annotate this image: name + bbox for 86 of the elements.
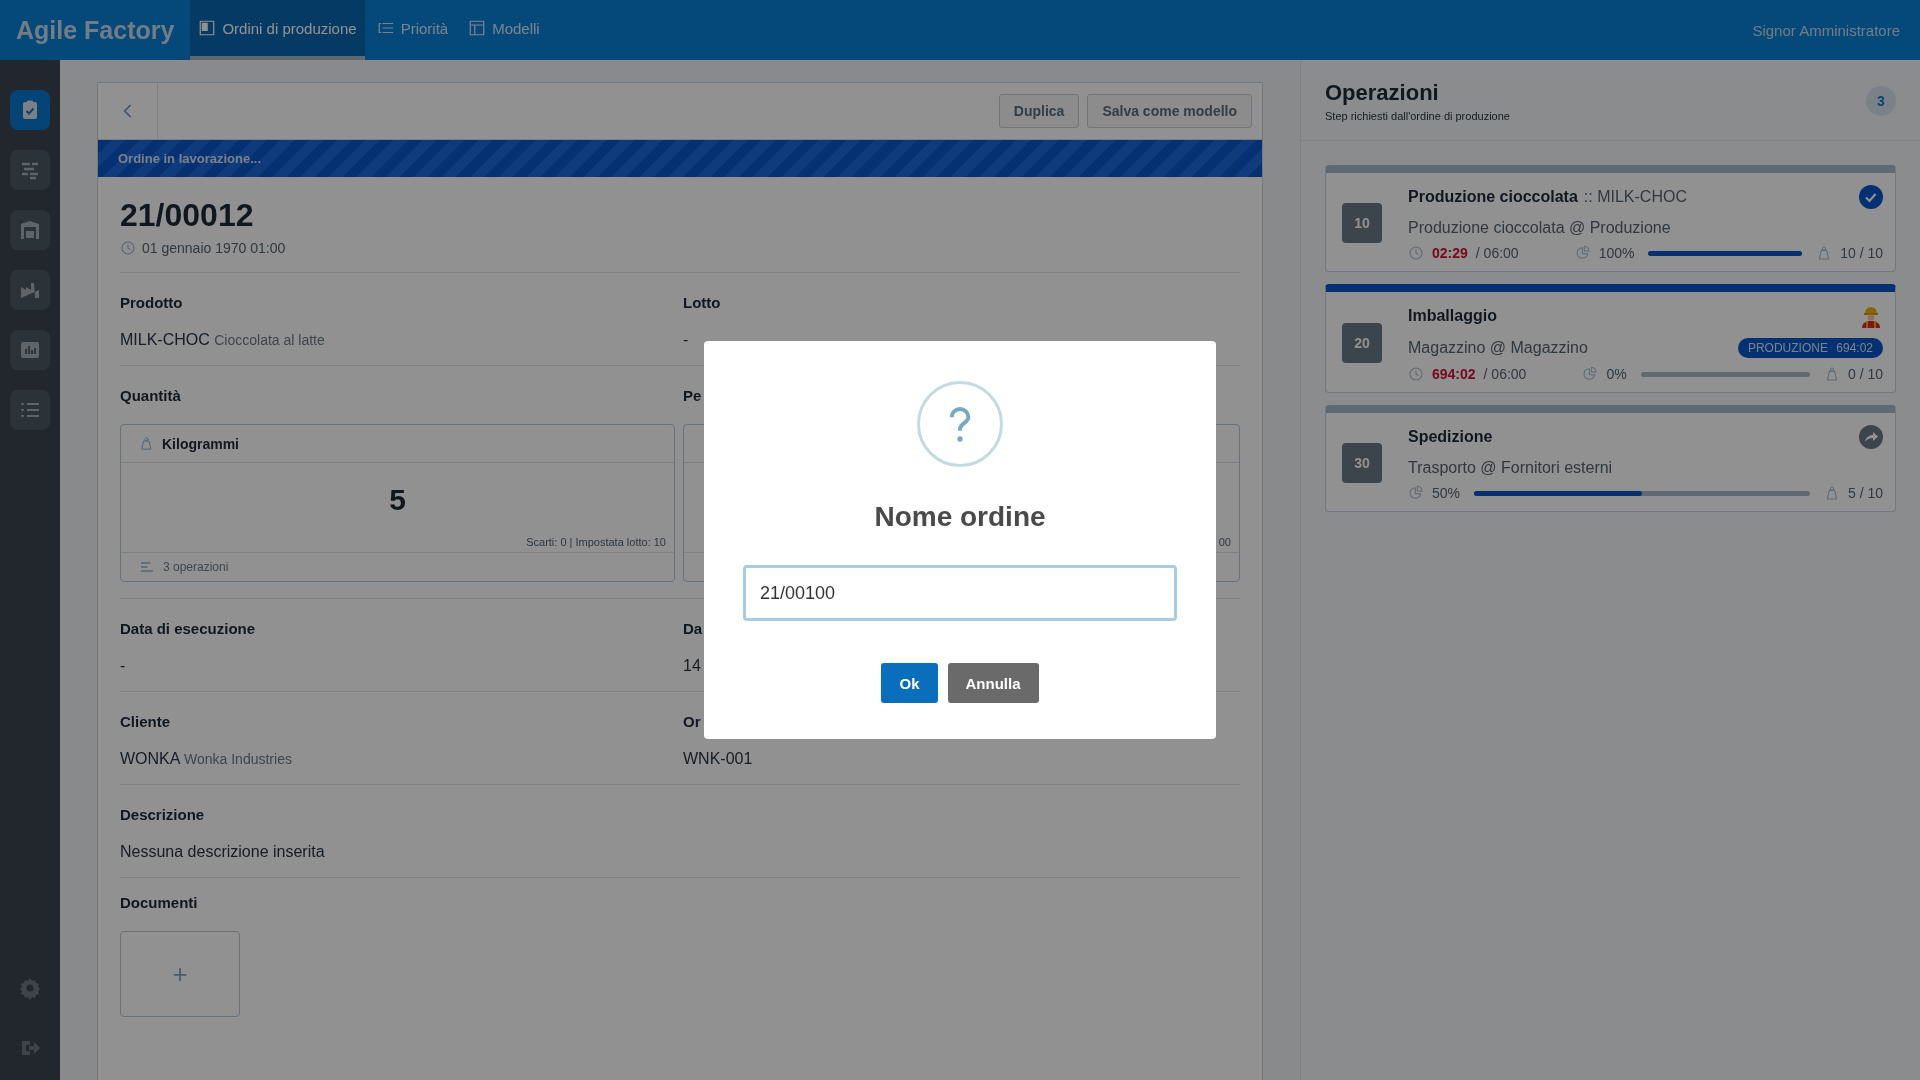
worker-icon bbox=[1859, 304, 1883, 328]
clock-icon bbox=[1408, 245, 1424, 261]
field-note: Cioccolata al latte bbox=[214, 332, 325, 348]
progress-percent: 50% bbox=[1432, 485, 1461, 501]
sidebar-button[interactable] bbox=[10, 270, 50, 310]
field-label: Or bbox=[683, 713, 702, 730]
step-number: 20 bbox=[1342, 323, 1382, 363]
elapsed-time: 694:02 bbox=[1432, 366, 1476, 382]
pie-icon bbox=[1408, 485, 1424, 501]
pieces-count: 10 / 10 bbox=[1840, 245, 1883, 261]
progress-percent: 100% bbox=[1598, 245, 1635, 261]
step-number: 10 bbox=[1342, 203, 1382, 243]
field-label: Pe bbox=[683, 387, 703, 404]
field-value: - bbox=[683, 331, 689, 348]
app-logo: Agile Factory bbox=[15, 14, 176, 46]
order-date: 01 gennaio 1970 01:00 bbox=[142, 240, 286, 256]
status-banner: Ordine in lavorazione... bbox=[98, 140, 1262, 177]
dialog-button[interactable]: Annulla bbox=[947, 663, 1039, 703]
quantity-note: Scarti: 0 | Impostata lotto: 10 bbox=[526, 536, 667, 550]
clock-icon bbox=[1408, 366, 1424, 382]
nav-tab[interactable]: Ordini di produzione bbox=[190, 0, 365, 60]
count-badge: 3 bbox=[1866, 86, 1896, 116]
operation-location: Magazzino @ Magazzino bbox=[1408, 339, 1588, 357]
nav-tab[interactable]: Modelli bbox=[460, 0, 548, 60]
field-label: Data di esecuzione bbox=[120, 620, 257, 637]
sidebar-button[interactable] bbox=[10, 210, 50, 250]
operations-count: 3 operazioni bbox=[163, 560, 229, 574]
quantity-value: 5 bbox=[389, 482, 406, 517]
sidebar-button[interactable] bbox=[10, 330, 50, 370]
operation-location: Produzione cioccolata @ Produzione bbox=[1408, 219, 1671, 237]
status-badge: PRODUZIONE 694:02 bbox=[1737, 338, 1883, 358]
field-note: Wonka Industries bbox=[184, 751, 292, 767]
field-value: WNK-001 bbox=[683, 750, 753, 767]
toolbar-button[interactable]: Duplica bbox=[998, 94, 1080, 128]
quantity-note: 00 bbox=[1218, 536, 1232, 550]
field-value: MILK-CHOC bbox=[120, 331, 210, 348]
field-label: Cliente bbox=[120, 713, 171, 730]
warehouse-icon bbox=[18, 218, 42, 242]
field-label: Descrizione bbox=[120, 806, 206, 823]
sidebar-button[interactable] bbox=[10, 390, 50, 430]
field-value: WONKA bbox=[120, 750, 180, 767]
field-label: Documenti bbox=[120, 894, 199, 911]
weight-icon bbox=[139, 436, 154, 451]
sidebar-button[interactable] bbox=[10, 150, 50, 190]
nav-tab[interactable]: Priorità bbox=[368, 0, 457, 60]
pieces-count: 5 / 10 bbox=[1847, 485, 1883, 501]
order-name-field[interactable]: 21/00100 bbox=[743, 565, 1177, 621]
operation-title: Imballaggio bbox=[1408, 307, 1497, 324]
operation-card[interactable]: 10 Produzione cioccolata :: MILK-CHOC Produzione cioccolata @ Produzione 02:29 / 06:00 100% 10 / 10 bbox=[1325, 165, 1896, 272]
panel-subtitle: Step richiesti dall'ordine di produzione bbox=[1325, 110, 1510, 122]
operation-title: Produzione cioccolata bbox=[1408, 188, 1578, 205]
clock-icon bbox=[120, 240, 136, 256]
pieces-count: 0 / 10 bbox=[1847, 366, 1883, 382]
step-number: 30 bbox=[1342, 443, 1382, 483]
order-number: 21/00012 bbox=[120, 197, 255, 234]
operation-location: Trasporto @ Fornitori esterni bbox=[1408, 459, 1613, 477]
pie-icon bbox=[1574, 245, 1591, 261]
panel-title: Operazioni bbox=[1325, 80, 1440, 106]
dialog-button[interactable]: Ok bbox=[881, 663, 938, 703]
field-label: Prodotto bbox=[120, 294, 184, 311]
check-circle-icon bbox=[1859, 185, 1883, 209]
planned-time: / 06:00 bbox=[1483, 366, 1527, 382]
progress-percent: 0% bbox=[1606, 366, 1627, 382]
field-label: Quantità bbox=[120, 387, 182, 404]
board-icon bbox=[198, 19, 217, 37]
planned-time: / 06:00 bbox=[1475, 245, 1519, 261]
unit-label: Kilogrammi bbox=[162, 435, 239, 452]
field-value: - bbox=[120, 657, 126, 674]
dialog-title: Nome ordine bbox=[874, 501, 1046, 533]
operation-card[interactable]: 20 Imballaggio Magazzino @ Magazzino PRODUZIONE 694:02 694:02 / 06:00 0% 0 / 10 bbox=[1325, 284, 1896, 393]
product-code: :: MILK-CHOC bbox=[1583, 188, 1687, 205]
toolbar-button[interactable]: Salva come modello bbox=[1087, 94, 1252, 128]
field-value: Nessuna descrizione inserita bbox=[120, 843, 326, 861]
operation-card[interactable]: 30 Spedizione Trasporto @ Fornitori esterni 50% 5 / 10 bbox=[1325, 405, 1896, 512]
user-name[interactable]: Signor Amministratore bbox=[1732, 0, 1920, 60]
pie-icon bbox=[1582, 366, 1599, 382]
sidebar-button[interactable] bbox=[10, 90, 50, 130]
add-document-button[interactable]: + bbox=[120, 931, 240, 1017]
elapsed-time: 02:29 bbox=[1432, 245, 1468, 261]
field-value: 14 bbox=[683, 657, 701, 674]
bars-icon bbox=[139, 559, 155, 575]
settings-icon bbox=[18, 976, 42, 1000]
layout-icon bbox=[468, 19, 487, 37]
field-label: Da bbox=[683, 620, 704, 637]
field-label: Lotto bbox=[683, 294, 722, 311]
operation-title: Spedizione bbox=[1408, 428, 1493, 445]
